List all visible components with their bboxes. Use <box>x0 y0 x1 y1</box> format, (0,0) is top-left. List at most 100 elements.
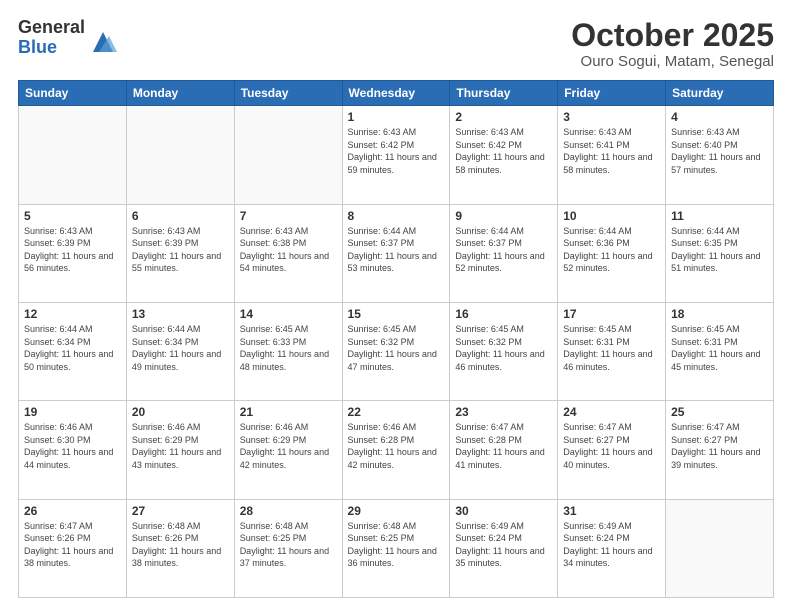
day-number: 19 <box>24 405 121 419</box>
table-cell: 31Sunrise: 6:49 AM Sunset: 6:24 PM Dayli… <box>558 499 666 597</box>
day-info: Sunrise: 6:46 AM Sunset: 6:29 PM Dayligh… <box>132 421 229 471</box>
table-cell: 26Sunrise: 6:47 AM Sunset: 6:26 PM Dayli… <box>19 499 127 597</box>
day-number: 13 <box>132 307 229 321</box>
day-number: 27 <box>132 504 229 518</box>
table-cell: 10 Sunrise: 6:44 AM Sunset: 6:36 PM Dayli… <box>558 204 666 302</box>
day-info: Sunrise: 6:48 AM Sunset: 6:25 PM Dayligh… <box>240 520 337 570</box>
day-number: 24 <box>563 405 660 419</box>
day-info: Sunrise: 6:44 AM Sunset: 6:34 PM Dayligh… <box>24 323 121 373</box>
calendar-table: Sunday Monday Tuesday Wednesday Thursday… <box>18 80 774 598</box>
table-cell: 2 Sunrise: 6:43 AM Sunset: 6:42 PM Daylig… <box>450 106 558 204</box>
day-info: Sunrise: 6:45 AM Sunset: 6:31 PM Dayligh… <box>563 323 660 373</box>
day-number: 29 <box>348 504 445 518</box>
col-thursday: Thursday <box>450 81 558 106</box>
table-cell: 19 Sunrise: 6:46 AM Sunset: 6:30 PM Dayli… <box>19 401 127 499</box>
table-cell: 4 Sunrise: 6:43 AM Sunset: 6:40 PM Daylig… <box>666 106 774 204</box>
table-cell: 16 Sunrise: 6:45 AM Sunset: 6:32 PM Dayli… <box>450 302 558 400</box>
table-cell <box>234 106 342 204</box>
day-info: Sunrise: 6:48 AM Sunset: 6:25 PM Dayligh… <box>348 520 445 570</box>
day-number: 1 <box>348 110 445 124</box>
day-info: Sunrise: 6:44 AM Sunset: 6:35 PM Dayligh… <box>671 225 768 275</box>
day-info: Sunrise: 6:43 AM Sunset: 6:40 PM Dayligh… <box>671 126 768 176</box>
day-number: 7 <box>240 209 337 223</box>
logo: General Blue <box>18 18 117 58</box>
day-info: Sunrise: 6:43 AM Sunset: 6:38 PM Dayligh… <box>240 225 337 275</box>
table-cell: 12 Sunrise: 6:44 AM Sunset: 6:34 PM Dayli… <box>19 302 127 400</box>
day-info: Sunrise: 6:43 AM Sunset: 6:39 PM Dayligh… <box>132 225 229 275</box>
week-row-1: 1 Sunrise: 6:43 AM Sunset: 6:42 PM Daylig… <box>19 106 774 204</box>
week-row-5: 26Sunrise: 6:47 AM Sunset: 6:26 PM Dayli… <box>19 499 774 597</box>
day-number: 28 <box>240 504 337 518</box>
day-number: 20 <box>132 405 229 419</box>
day-number: 6 <box>132 209 229 223</box>
day-number: 22 <box>348 405 445 419</box>
day-number: 18 <box>671 307 768 321</box>
day-number: 17 <box>563 307 660 321</box>
logo-blue: Blue <box>18 38 85 58</box>
day-info: Sunrise: 6:46 AM Sunset: 6:30 PM Dayligh… <box>24 421 121 471</box>
logo-icon <box>89 28 117 56</box>
day-number: 8 <box>348 209 445 223</box>
table-cell <box>19 106 127 204</box>
col-saturday: Saturday <box>666 81 774 106</box>
day-info: Sunrise: 6:44 AM Sunset: 6:37 PM Dayligh… <box>348 225 445 275</box>
table-cell: 30Sunrise: 6:49 AM Sunset: 6:24 PM Dayli… <box>450 499 558 597</box>
day-info: Sunrise: 6:46 AM Sunset: 6:29 PM Dayligh… <box>240 421 337 471</box>
table-cell <box>126 106 234 204</box>
col-sunday: Sunday <box>19 81 127 106</box>
location: Ouro Sogui, Matam, Senegal <box>571 53 774 70</box>
day-info: Sunrise: 6:47 AM Sunset: 6:26 PM Dayligh… <box>24 520 121 570</box>
table-cell: 20 Sunrise: 6:46 AM Sunset: 6:29 PM Dayli… <box>126 401 234 499</box>
logo-general: General <box>18 18 85 38</box>
table-cell: 11 Sunrise: 6:44 AM Sunset: 6:35 PM Dayli… <box>666 204 774 302</box>
table-cell: 9Sunrise: 6:44 AM Sunset: 6:37 PM Daylig… <box>450 204 558 302</box>
day-number: 12 <box>24 307 121 321</box>
table-cell: 3 Sunrise: 6:43 AM Sunset: 6:41 PM Daylig… <box>558 106 666 204</box>
title-block: October 2025 Ouro Sogui, Matam, Senegal <box>571 18 774 70</box>
day-info: Sunrise: 6:44 AM Sunset: 6:34 PM Dayligh… <box>132 323 229 373</box>
day-info: Sunrise: 6:43 AM Sunset: 6:42 PM Dayligh… <box>455 126 552 176</box>
day-info: Sunrise: 6:48 AM Sunset: 6:26 PM Dayligh… <box>132 520 229 570</box>
month-title: October 2025 <box>571 18 774 53</box>
day-number: 4 <box>671 110 768 124</box>
week-row-4: 19 Sunrise: 6:46 AM Sunset: 6:30 PM Dayli… <box>19 401 774 499</box>
table-cell: 24 Sunrise: 6:47 AM Sunset: 6:27 PM Dayli… <box>558 401 666 499</box>
table-cell: 15 Sunrise: 6:45 AM Sunset: 6:32 PM Dayli… <box>342 302 450 400</box>
table-cell: 17 Sunrise: 6:45 AM Sunset: 6:31 PM Dayli… <box>558 302 666 400</box>
col-friday: Friday <box>558 81 666 106</box>
col-tuesday: Tuesday <box>234 81 342 106</box>
logo-text: General Blue <box>18 18 85 58</box>
day-number: 25 <box>671 405 768 419</box>
day-info: Sunrise: 6:47 AM Sunset: 6:27 PM Dayligh… <box>671 421 768 471</box>
table-cell: 1Sunrise: 6:43 AM Sunset: 6:42 PM Daylig… <box>342 106 450 204</box>
day-number: 21 <box>240 405 337 419</box>
day-info: Sunrise: 6:47 AM Sunset: 6:27 PM Dayligh… <box>563 421 660 471</box>
table-cell: 25 Sunrise: 6:47 AM Sunset: 6:27 PM Dayli… <box>666 401 774 499</box>
day-info: Sunrise: 6:49 AM Sunset: 6:24 PM Dayligh… <box>563 520 660 570</box>
calendar-header-row: Sunday Monday Tuesday Wednesday Thursday… <box>19 81 774 106</box>
day-info: Sunrise: 6:44 AM Sunset: 6:37 PM Dayligh… <box>455 225 552 275</box>
day-info: Sunrise: 6:45 AM Sunset: 6:32 PM Dayligh… <box>348 323 445 373</box>
day-number: 3 <box>563 110 660 124</box>
day-number: 10 <box>563 209 660 223</box>
table-cell: 29 Sunrise: 6:48 AM Sunset: 6:25 PM Dayli… <box>342 499 450 597</box>
day-number: 23 <box>455 405 552 419</box>
day-number: 2 <box>455 110 552 124</box>
day-number: 5 <box>24 209 121 223</box>
day-number: 15 <box>348 307 445 321</box>
day-info: Sunrise: 6:43 AM Sunset: 6:39 PM Dayligh… <box>24 225 121 275</box>
day-number: 11 <box>671 209 768 223</box>
day-number: 14 <box>240 307 337 321</box>
day-number: 16 <box>455 307 552 321</box>
day-info: Sunrise: 6:44 AM Sunset: 6:36 PM Dayligh… <box>563 225 660 275</box>
day-info: Sunrise: 6:43 AM Sunset: 6:41 PM Dayligh… <box>563 126 660 176</box>
col-monday: Monday <box>126 81 234 106</box>
table-cell: 8 Sunrise: 6:44 AM Sunset: 6:37 PM Daylig… <box>342 204 450 302</box>
table-cell: 7 Sunrise: 6:43 AM Sunset: 6:38 PM Daylig… <box>234 204 342 302</box>
table-cell: 5 Sunrise: 6:43 AM Sunset: 6:39 PM Daylig… <box>19 204 127 302</box>
table-cell: 18 Sunrise: 6:45 AM Sunset: 6:31 PM Dayli… <box>666 302 774 400</box>
day-info: Sunrise: 6:45 AM Sunset: 6:32 PM Dayligh… <box>455 323 552 373</box>
week-row-3: 12 Sunrise: 6:44 AM Sunset: 6:34 PM Dayli… <box>19 302 774 400</box>
day-info: Sunrise: 6:45 AM Sunset: 6:31 PM Dayligh… <box>671 323 768 373</box>
week-row-2: 5 Sunrise: 6:43 AM Sunset: 6:39 PM Daylig… <box>19 204 774 302</box>
